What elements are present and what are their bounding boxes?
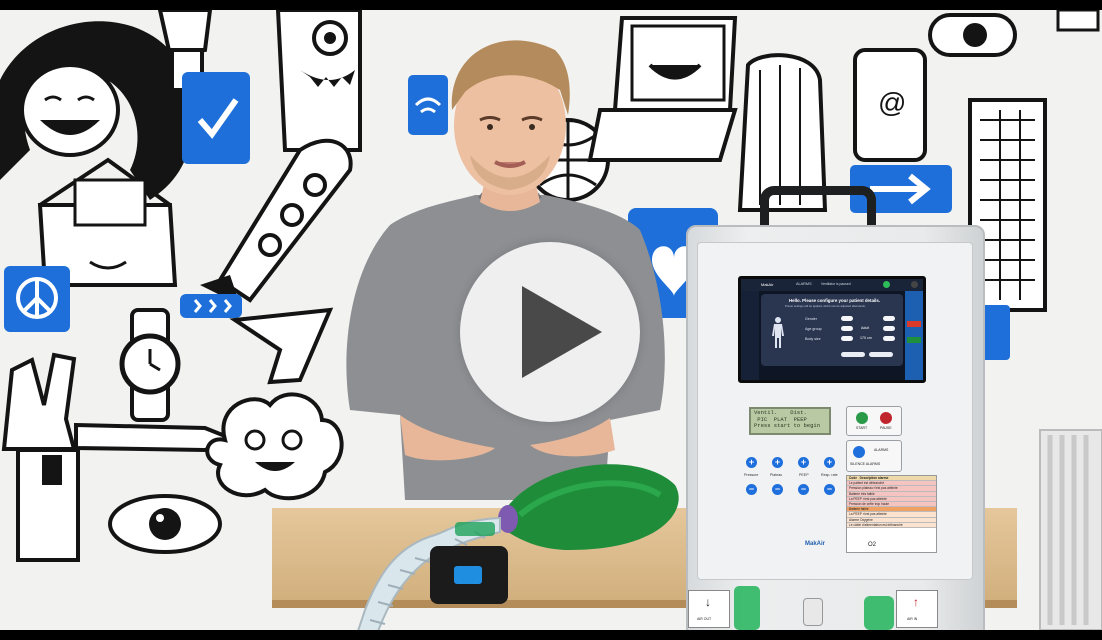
- device-brand: MakAir: [805, 541, 826, 547]
- arrow-up-icon: ↑: [913, 595, 919, 609]
- screen-topbar: MakAir ALARMS Ventilator is paused: [741, 279, 923, 291]
- knob-label-pressure: Pressure: [744, 473, 759, 477]
- row-gender: Gender: [805, 317, 817, 321]
- plateau-plus-button[interactable]: +: [772, 457, 783, 468]
- age-toggle[interactable]: [841, 326, 853, 331]
- silence-label: SILENCE ALARMS: [850, 462, 881, 466]
- sheet-header-right: Description alarme: [859, 476, 889, 480]
- chat-bubble-icon: [180, 294, 242, 318]
- screen-play-icon[interactable]: [883, 281, 890, 288]
- oxygen-label: O2: [868, 542, 877, 548]
- screen-mode: ALARMS: [796, 282, 812, 286]
- air-out-plate: AIR OUT ↓: [688, 590, 730, 628]
- air-in-label: AIR IN: [907, 617, 918, 621]
- tall-blue-doodle: [1056, 10, 1100, 32]
- knob-label-plateau: Plateau: [770, 473, 783, 477]
- sensor-device: [430, 546, 508, 604]
- start-pause-panel: [846, 406, 902, 436]
- pressure-minus-button[interactable]: −: [746, 484, 757, 495]
- peep-minus-button[interactable]: −: [798, 484, 809, 495]
- peace-hand-doodle: [1, 352, 77, 451]
- peep-plus-button[interactable]: +: [798, 457, 809, 468]
- girl-face-doodle: [20, 63, 120, 157]
- valve-connector: [803, 598, 823, 626]
- letterbox-bottom: [0, 630, 1102, 640]
- green-connector-left: [734, 586, 760, 630]
- screen-sidebar: [741, 291, 759, 380]
- alarms-label: ALARMS: [874, 448, 889, 452]
- svg-text:@: @: [878, 87, 906, 118]
- age-value: Adult: [861, 326, 870, 330]
- resp-rate-plus-button[interactable]: +: [824, 457, 835, 468]
- gender-toggle[interactable]: [841, 316, 853, 321]
- plateau-minus-button[interactable]: −: [772, 484, 783, 495]
- message-icon: [454, 566, 482, 584]
- play-button[interactable]: [460, 242, 640, 422]
- resp-rate-minus-button[interactable]: −: [824, 484, 835, 495]
- gender-toggle-2[interactable]: [883, 316, 895, 321]
- row-body-size: Body size: [805, 337, 821, 341]
- video-player[interactable]: @ MakAir ALARMS Ventilator is paused Hel…: [0, 10, 1102, 630]
- screen-status: Ventilator is paused: [821, 282, 851, 286]
- silence-alarm-button[interactable]: [853, 446, 865, 458]
- size-value: 170 cm: [860, 336, 872, 340]
- size-decrease[interactable]: [841, 336, 853, 341]
- play-icon: [522, 286, 602, 378]
- patient-config-dialog[interactable]: Hello. Please configure your patient det…: [761, 294, 903, 366]
- lightning-doodle: [229, 307, 334, 385]
- pause-label: PAUSE: [880, 426, 892, 430]
- ventilator-touchscreen[interactable]: MakAir ALARMS Ventilator is paused Hello…: [738, 276, 926, 383]
- lcd-display: Ventil. Dist. PIC PLAT PEEP Press start …: [749, 407, 831, 435]
- pressure-plus-button[interactable]: +: [746, 457, 757, 468]
- arrow-down-icon: ↓: [705, 595, 711, 609]
- cloud-face-doodle: [205, 392, 344, 501]
- dialog-subtitle: Preset settings will be applied, which c…: [785, 304, 866, 308]
- alarm-code-sheet: Code Description alarme Le patient est d…: [846, 475, 937, 553]
- size-increase[interactable]: [883, 336, 895, 341]
- sheet-line: Le câble d'alimentation est débranché: [847, 522, 936, 528]
- dialog-confirm[interactable]: [869, 352, 893, 357]
- start-button[interactable]: [856, 412, 868, 424]
- screen-pause-icon[interactable]: [911, 281, 918, 288]
- pause-button[interactable]: [880, 412, 892, 424]
- sheet-header-left: Code: [849, 476, 857, 480]
- check-bubble-icon: [182, 72, 250, 164]
- air-in-plate: AIR IN ↑: [896, 590, 938, 628]
- screen-right-panel: [905, 291, 923, 380]
- screen-brand: MakAir: [761, 282, 774, 287]
- air-out-label: AIR OUT: [697, 617, 712, 621]
- knob-label-peep: PEEP: [799, 473, 809, 477]
- age-toggle-2[interactable]: [883, 326, 895, 331]
- start-label: START: [856, 426, 868, 430]
- green-connector-right: [864, 596, 894, 630]
- row-age-group: Age group: [805, 327, 822, 331]
- knob-label-resp-rate: Resp. rate: [821, 473, 838, 477]
- ventilation-bag: [357, 464, 679, 630]
- body-figure-icon: [771, 316, 785, 350]
- letterbox-top: [0, 0, 1102, 10]
- dialog-cancel[interactable]: [841, 352, 865, 357]
- dialog-title: Hello. Please configure your patient det…: [789, 298, 881, 303]
